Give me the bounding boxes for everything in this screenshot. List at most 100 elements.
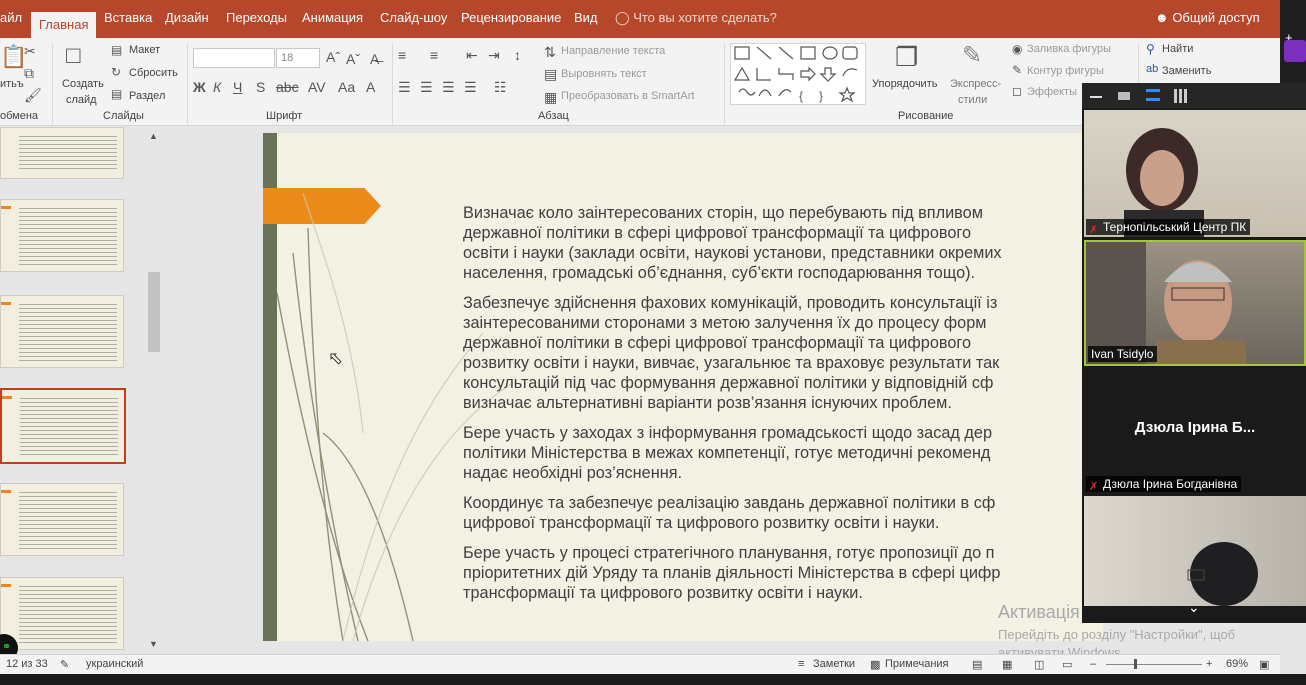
shapes-gallery[interactable]: {} xyxy=(730,43,866,105)
align-text-icon: ▤ xyxy=(544,66,558,82)
spellcheck-icon[interactable]: ✎ xyxy=(60,658,69,671)
tab-file[interactable]: айл xyxy=(0,10,22,25)
language-indicator[interactable]: украинский xyxy=(86,658,143,670)
zoom-level[interactable]: 69% xyxy=(1226,658,1248,670)
shape-fill-button[interactable]: Заливка фигуры xyxy=(1027,43,1111,55)
normal-view-icon[interactable]: ▤ xyxy=(972,658,982,671)
numbering-icon[interactable]: ≡ xyxy=(430,48,438,62)
font-size-input[interactable]: 18 xyxy=(276,48,320,68)
strikethrough-icon[interactable]: abc xyxy=(276,80,299,94)
gallery-view-icon[interactable] xyxy=(1174,89,1188,103)
quick-styles-button-line2[interactable]: стили xyxy=(958,94,987,106)
text-direction-button[interactable]: Направление текста xyxy=(561,45,665,57)
increase-indent-icon[interactable]: ⇥ xyxy=(488,48,500,62)
new-slide-button-line2[interactable]: слайд xyxy=(66,94,97,106)
slide-thumbnail[interactable] xyxy=(0,295,124,368)
reset-icon: ↻ xyxy=(111,65,122,79)
reading-view-icon[interactable]: ◫ xyxy=(1034,658,1044,671)
scrollbar-thumb[interactable] xyxy=(148,272,160,352)
tab-animations[interactable]: Анимация xyxy=(302,10,363,25)
align-text-button[interactable]: Выровнять текст xyxy=(561,68,647,80)
fit-slide-icon[interactable]: ▣ xyxy=(1259,658,1269,671)
tell-me-search[interactable]: ◯ Что вы хотите сделать? xyxy=(615,10,777,26)
line-spacing-icon[interactable]: ↕ xyxy=(514,48,521,62)
section-button[interactable]: Раздел xyxy=(129,90,165,102)
slide-thumbnail[interactable] xyxy=(0,127,124,179)
video-tile[interactable]: Дзюла Ірина Б... ✗ Дзюла Ірина Богданівна xyxy=(1084,369,1306,494)
align-center-icon[interactable]: ☰ xyxy=(420,80,433,94)
comments-button[interactable]: Примечания xyxy=(885,658,949,670)
share-button[interactable]: ☻ Общий доступ xyxy=(1155,10,1260,25)
zoom-slider[interactable] xyxy=(1106,664,1202,665)
font-name-input[interactable] xyxy=(193,48,275,68)
bullet-item-continuation: освіти і науки (заклади освіти, наукові … xyxy=(463,244,1002,262)
video-tile[interactable]: ✗ Тернопільський Центр ПК xyxy=(1084,110,1306,237)
italic-icon[interactable]: К xyxy=(213,80,221,94)
align-right-icon[interactable]: ☰ xyxy=(442,80,455,94)
columns-icon[interactable]: ☷ xyxy=(494,80,507,94)
slide-thumbnail[interactable] xyxy=(0,483,124,556)
find-button[interactable]: Найти xyxy=(1162,43,1193,55)
paste-icon[interactable]: 📋 xyxy=(0,46,27,68)
tab-insert[interactable]: Вставка xyxy=(104,10,152,25)
tab-home[interactable]: Главная xyxy=(31,12,97,38)
layout-button[interactable]: Макет xyxy=(129,44,160,56)
video-tile[interactable] xyxy=(1084,496,1306,606)
slideshow-icon[interactable]: ▭ xyxy=(1062,658,1072,671)
thumbnail-scrollbar[interactable]: ▲ ▼ xyxy=(146,127,163,654)
format-painter-icon[interactable]: 🖌 xyxy=(24,88,42,102)
video-tile-active-speaker[interactable]: Ivan Tsidylo xyxy=(1084,240,1306,366)
slide-sorter-icon[interactable]: ▦ xyxy=(1002,658,1012,671)
reset-button[interactable]: Сбросить xyxy=(129,67,178,79)
justify-icon[interactable]: ☰ xyxy=(464,80,477,94)
new-slide-icon[interactable]: □ xyxy=(66,44,81,68)
scroll-down-icon[interactable]: ▼ xyxy=(149,639,158,649)
zoom-slider-thumb[interactable] xyxy=(1134,659,1137,669)
bullets-icon[interactable]: ≡ xyxy=(398,48,406,62)
notes-button[interactable]: Заметки xyxy=(813,658,855,670)
bullet-item-continuation: політики Міністерства в межах компетенці… xyxy=(463,444,991,462)
scroll-up-icon[interactable]: ▲ xyxy=(149,131,158,141)
bold-icon[interactable]: Ж xyxy=(193,80,206,94)
char-spacing-icon[interactable]: AV xyxy=(308,80,326,94)
increase-font-icon[interactable]: Aˆ xyxy=(326,50,340,64)
group-drawing: Рисование xyxy=(898,110,954,122)
zoom-out-icon[interactable]: – xyxy=(1090,658,1096,670)
view-icon[interactable] xyxy=(1118,92,1130,100)
shape-effects-button[interactable]: Эффекты xyxy=(1027,86,1077,98)
change-case-icon[interactable]: Aa xyxy=(338,80,355,94)
arrange-button[interactable]: Упорядочить xyxy=(872,78,937,90)
decrease-indent-icon[interactable]: ⇤ xyxy=(466,48,478,62)
app-badge[interactable] xyxy=(1284,40,1306,62)
font-color-icon[interactable]: A xyxy=(366,80,375,94)
thumbnail-text xyxy=(19,586,117,643)
tab-view[interactable]: Вид xyxy=(574,10,598,25)
zoom-in-icon[interactable]: + xyxy=(1206,658,1212,670)
minimize-icon[interactable] xyxy=(1090,96,1102,98)
clear-format-icon[interactable]: A̶ xyxy=(370,52,379,66)
tab-review[interactable]: Рецензирование xyxy=(461,10,561,25)
replace-button[interactable]: Заменить xyxy=(1162,65,1211,77)
shape-outline-button[interactable]: Контур фигуры xyxy=(1027,65,1104,77)
bullet-item: Бере участь у процесі стратегічного план… xyxy=(463,543,1103,563)
mouse-cursor-icon: ⬁ xyxy=(328,348,344,368)
new-slide-button[interactable]: Создать xyxy=(62,78,104,90)
paste-button[interactable]: итьъ xyxy=(0,78,24,90)
slide-thumbnail-selected[interactable] xyxy=(0,388,126,464)
tab-design[interactable]: Дизайн xyxy=(165,10,209,25)
bullet-item-continuation: пріоритетних дій Уряду та планів діяльно… xyxy=(463,564,1001,582)
video-panel-toolbar xyxy=(1082,83,1306,108)
decrease-font-icon[interactable]: Aˇ xyxy=(346,52,360,66)
quick-styles-button[interactable]: Экспресс- xyxy=(950,78,1001,90)
align-left-icon[interactable]: ☰ xyxy=(398,80,411,94)
slide-thumbnail[interactable] xyxy=(0,577,124,650)
slide[interactable]: Визначає коло заінтересованих сторін, що… xyxy=(263,133,1103,641)
tab-slideshow[interactable]: Слайд-шоу xyxy=(380,10,447,25)
speaker-view-icon[interactable] xyxy=(1146,89,1160,101)
slide-thumbnail[interactable] xyxy=(0,199,124,272)
chevron-down-icon[interactable]: ⌄ xyxy=(1188,599,1200,616)
underline-icon[interactable]: Ч xyxy=(233,80,242,94)
shadow-icon[interactable]: S xyxy=(256,80,265,94)
tab-transitions[interactable]: Переходы xyxy=(226,10,287,25)
smartart-button[interactable]: Преобразовать в SmartArt xyxy=(561,90,694,102)
